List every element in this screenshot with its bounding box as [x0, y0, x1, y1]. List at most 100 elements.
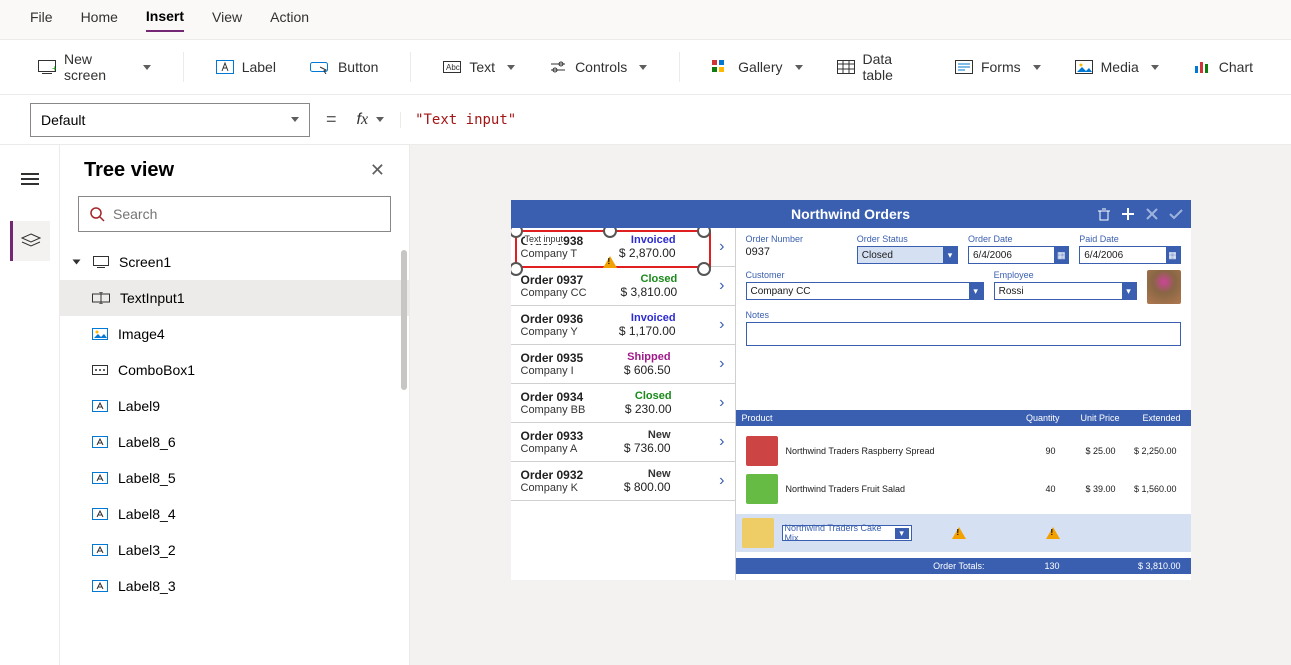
formula-input[interactable]: "Text input" — [400, 112, 516, 128]
order-status: Closed — [625, 390, 672, 402]
chevron-right-icon[interactable]: › — [719, 433, 724, 451]
menu-home[interactable]: Home — [81, 9, 118, 31]
product-row[interactable]: Northwind Traders Fruit Salad40$ 39.00$ … — [746, 470, 1181, 508]
ribbon-text[interactable]: Abc Text — [435, 53, 523, 81]
value-order-number: 0937 — [746, 246, 847, 258]
tree-item-label: Label3_2 — [118, 542, 176, 558]
canvas[interactable]: Northwind Orders Text input — [410, 145, 1291, 665]
tree-item-label8-5[interactable]: Label8_5 — [60, 460, 409, 496]
textinput-icon — [92, 292, 110, 304]
totals-label: Order Totals: — [742, 561, 1005, 571]
menu-view[interactable]: View — [212, 9, 242, 31]
property-name: Default — [41, 112, 85, 128]
tree-item-label3-2[interactable]: Label3_2 — [60, 532, 409, 568]
order-date-picker[interactable]: 6/4/2006▦ — [968, 246, 1069, 264]
order-item[interactable]: Order 0936Company YInvoiced$ 1,170.00› — [511, 306, 735, 345]
tree-item-combobox1[interactable]: ComboBox1 — [60, 352, 409, 388]
resize-handle[interactable] — [697, 262, 711, 276]
menu-insert[interactable]: Insert — [146, 8, 184, 32]
label-icon — [92, 436, 108, 448]
tree-item-image4[interactable]: Image4 — [60, 316, 409, 352]
resize-handle[interactable] — [511, 262, 523, 276]
ribbon-datatable[interactable]: Data table — [829, 45, 929, 89]
tree-item-label9[interactable]: Label9 — [60, 388, 409, 424]
chevron-right-icon[interactable]: › — [719, 277, 724, 295]
product-qty: 40 — [1001, 484, 1056, 494]
separator — [410, 52, 411, 82]
hamburger-icon[interactable] — [10, 159, 50, 199]
ribbon-controls[interactable]: Controls — [541, 53, 655, 81]
button-icon — [310, 60, 330, 74]
label-icon — [92, 580, 108, 592]
tree-search[interactable] — [78, 196, 391, 232]
notes-input[interactable] — [746, 322, 1181, 346]
plus-icon[interactable] — [1119, 205, 1137, 223]
status-value: Closed — [862, 250, 893, 261]
tree-item-label8-3[interactable]: Label8_3 — [60, 568, 409, 604]
chevron-right-icon[interactable]: › — [719, 472, 724, 490]
main: Tree view ✕ Screen1 TextInput1 Image4 — [0, 145, 1291, 665]
tree-panel: Tree view ✕ Screen1 TextInput1 Image4 — [60, 145, 410, 665]
separator — [183, 52, 184, 82]
tree-item-textinput1[interactable]: TextInput1 — [60, 280, 409, 316]
collapse-icon[interactable] — [73, 260, 81, 265]
ribbon-button[interactable]: Button — [302, 53, 386, 81]
tree-screen1[interactable]: Screen1 — [60, 244, 409, 280]
ribbon-label-text: Label — [242, 59, 276, 75]
totals-row: Order Totals: 130 $ 3,810.00 — [736, 558, 1191, 574]
image-icon — [92, 328, 108, 340]
order-item[interactable]: Order 0933Company ANew$ 736.00› — [511, 423, 735, 462]
product-thumbnail — [742, 518, 774, 548]
tree-item-label8-4[interactable]: Label8_4 — [60, 496, 409, 532]
search-input[interactable] — [113, 206, 380, 222]
menu-action[interactable]: Action — [270, 9, 309, 31]
cancel-icon[interactable] — [1143, 205, 1161, 223]
ribbon-media[interactable]: Media — [1067, 53, 1167, 81]
trash-icon[interactable] — [1095, 205, 1113, 223]
close-icon[interactable]: ✕ — [370, 160, 385, 181]
customer-select[interactable]: Company CC▾ — [746, 282, 984, 300]
equals-sign: = — [326, 109, 337, 130]
ribbon-label[interactable]: Label — [208, 53, 284, 81]
label-order-date: Order Date — [968, 234, 1069, 244]
layers-icon[interactable] — [10, 221, 50, 261]
property-selector[interactable]: Default — [30, 103, 310, 137]
ribbon-chart[interactable]: Chart — [1185, 53, 1261, 81]
order-item[interactable]: Order 0932Company KNew$ 800.00› — [511, 462, 735, 501]
app-preview[interactable]: Northwind Orders Text input — [511, 200, 1191, 580]
order-status: Closed — [620, 273, 677, 285]
scrollbar[interactable] — [401, 250, 407, 390]
employee-value: Rossi — [999, 286, 1024, 297]
order-detail-form: Order Number0937 Order StatusClosed▾ Ord… — [736, 228, 1191, 580]
label-icon — [92, 472, 108, 484]
label-notes: Notes — [746, 310, 1181, 320]
product-row[interactable]: Northwind Traders Raspberry Spread90$ 25… — [746, 432, 1181, 470]
paid-date-picker[interactable]: 6/4/2006▦ — [1079, 246, 1180, 264]
ribbon-forms[interactable]: Forms — [947, 53, 1049, 81]
chevron-right-icon[interactable]: › — [719, 316, 724, 334]
orders-gallery[interactable]: Text input Order 0938Company TInvoiced$ … — [511, 228, 736, 580]
new-product-select[interactable]: Northwind Traders Cake Mix▾ — [782, 525, 912, 541]
th-quantity: Quantity — [1005, 413, 1060, 423]
ribbon-new-screen[interactable]: + New screen — [30, 45, 159, 89]
fx-button[interactable]: fx — [353, 111, 385, 129]
order-item[interactable]: Order 0934Company BBClosed$ 230.00› — [511, 384, 735, 423]
status-select[interactable]: Closed▾ — [857, 246, 958, 264]
menu-file[interactable]: File — [30, 9, 53, 31]
formula-bar: Default = fx "Text input" — [0, 95, 1291, 145]
order-item[interactable]: Order 0935Company IShipped$ 606.50› — [511, 345, 735, 384]
tree-item-label8-6[interactable]: Label8_6 — [60, 424, 409, 460]
check-icon[interactable] — [1167, 205, 1185, 223]
chevron-right-icon[interactable]: › — [719, 394, 724, 412]
chevron-right-icon[interactable]: › — [719, 238, 724, 256]
ribbon-gallery[interactable]: Gallery — [704, 53, 810, 81]
employee-select[interactable]: Rossi▾ — [994, 282, 1137, 300]
new-product-row[interactable]: Northwind Traders Cake Mix▾ — [736, 514, 1191, 552]
ribbon-gallery-label: Gallery — [738, 59, 782, 75]
chevron-down-icon — [795, 65, 803, 70]
chevron-right-icon[interactable]: › — [719, 355, 724, 373]
warning-icon[interactable] — [603, 256, 617, 268]
order-title: Order 0935 — [521, 351, 584, 365]
product-qty: 90 — [1001, 446, 1056, 456]
order-company: Company A — [521, 443, 584, 455]
